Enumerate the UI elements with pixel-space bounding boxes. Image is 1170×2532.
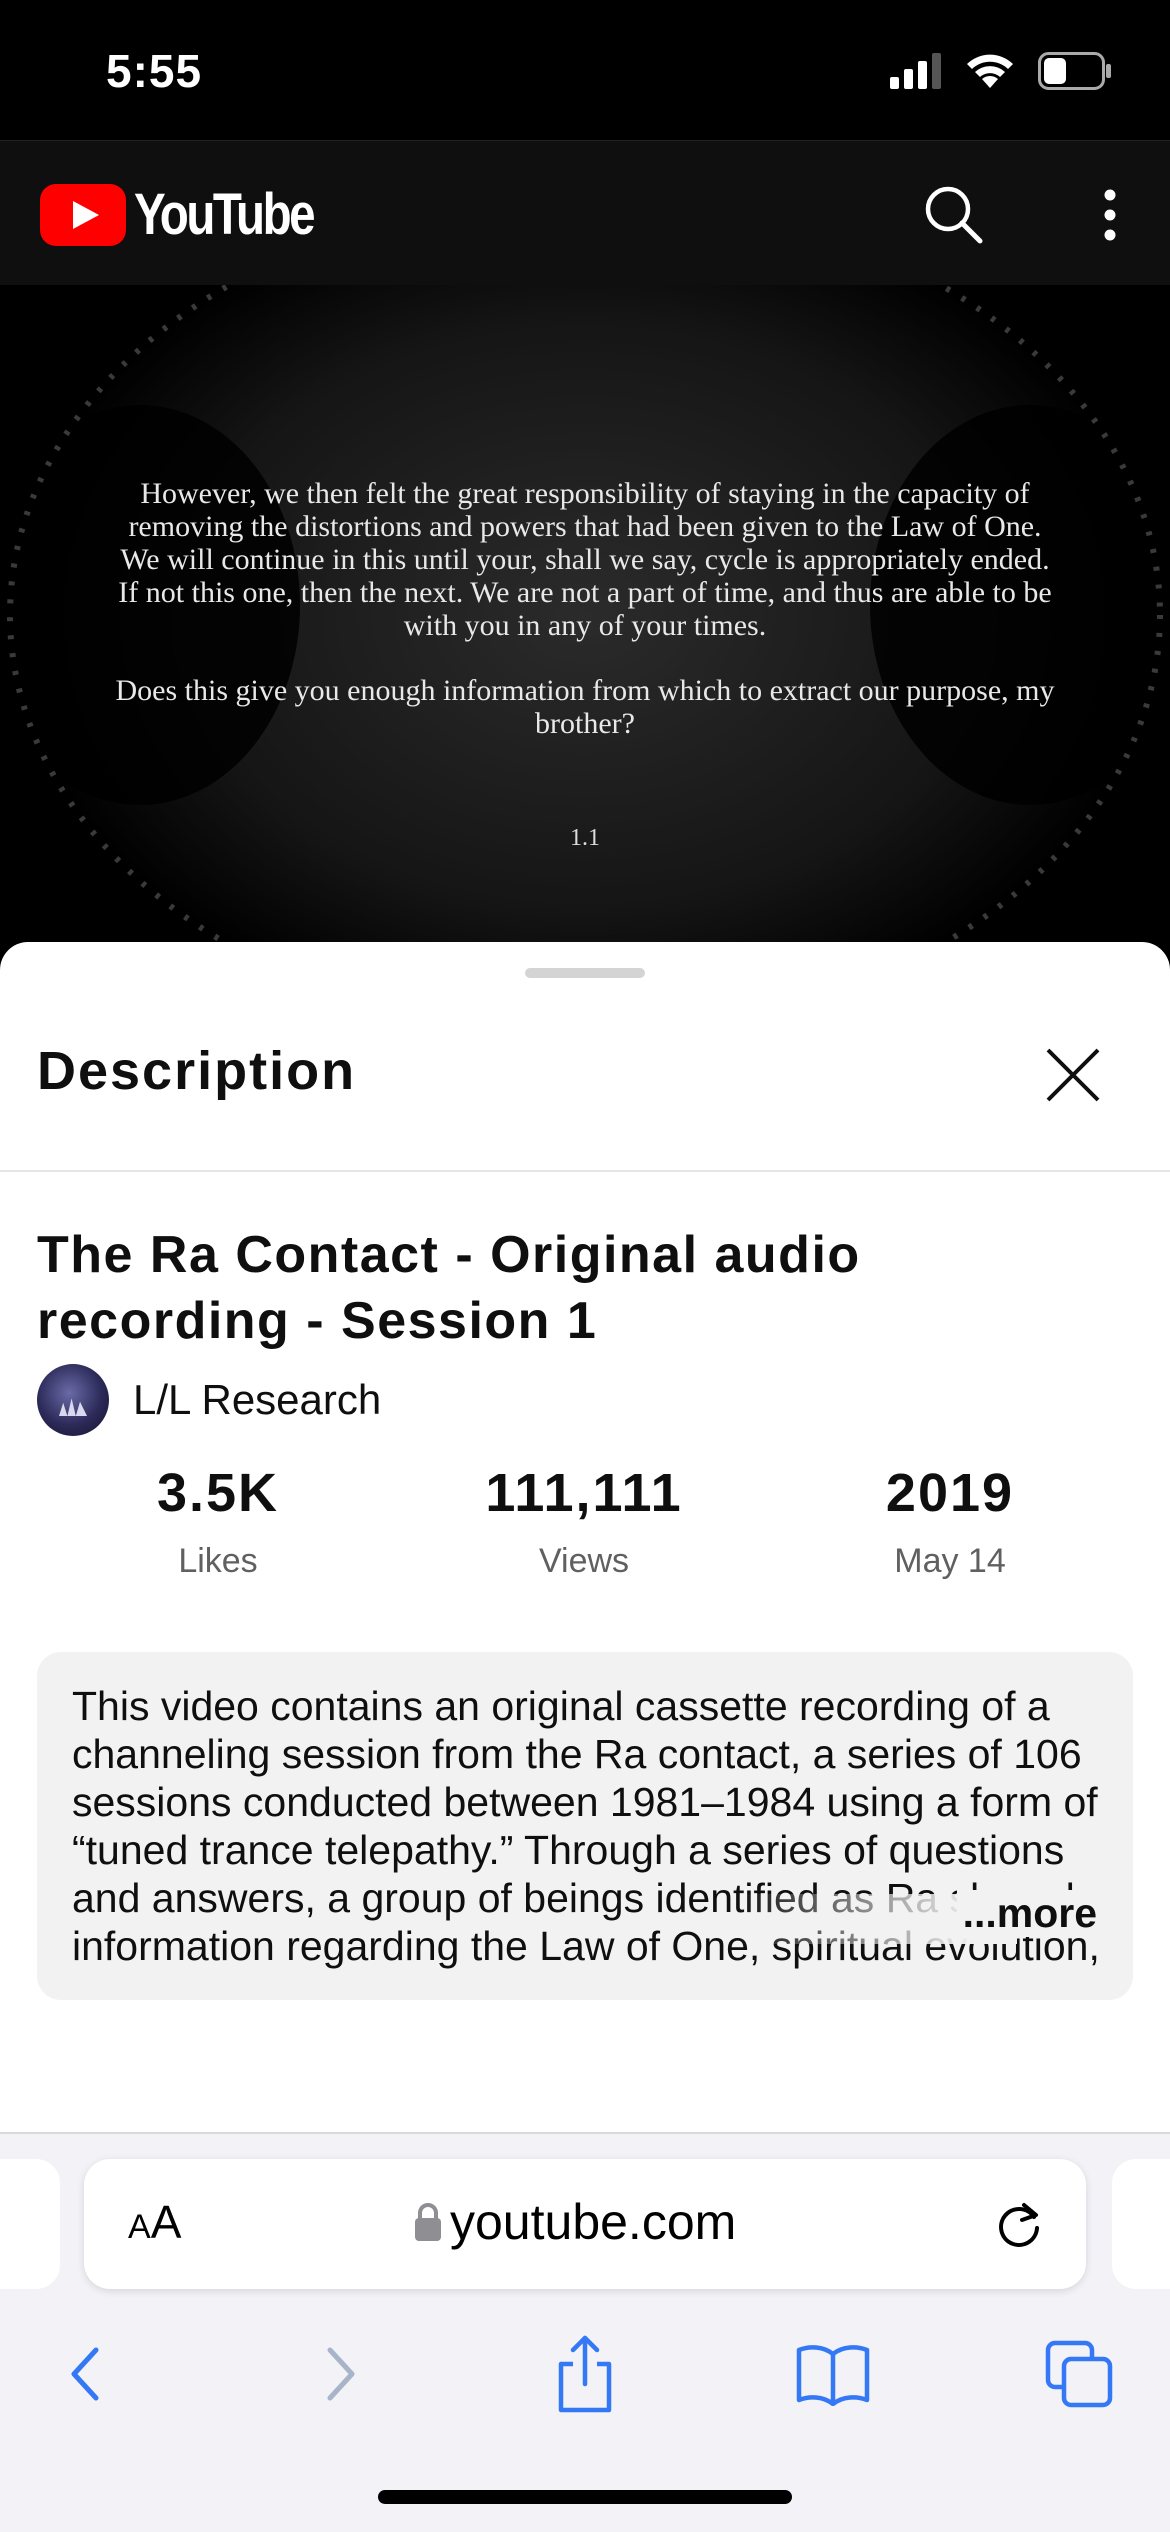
tabs-icon — [1045, 2340, 1113, 2408]
address-bar[interactable]: AA youtube.com — [84, 2159, 1086, 2289]
url-display[interactable]: youtube.com — [414, 2193, 736, 2251]
book-icon — [796, 2345, 870, 2406]
channel-avatar[interactable] — [37, 1364, 109, 1436]
chevron-left-icon — [71, 2347, 99, 2401]
channel-name[interactable]: L/L Research — [133, 1376, 381, 1424]
description-sheet: Description The Ra Contact - Original au… — [0, 942, 1170, 2132]
previous-tab-preview[interactable] — [0, 2159, 60, 2289]
youtube-play-icon — [40, 183, 126, 246]
date-stat: 2019 May 14 — [800, 1462, 1100, 1581]
forward-button[interactable] — [284, 2319, 394, 2429]
video-paragraph: However, we then felt the great responsi… — [118, 477, 1052, 642]
status-time: 5:55 — [106, 45, 203, 97]
status-icons — [890, 52, 1112, 90]
chevron-right-icon — [327, 2347, 355, 2401]
video-paragraph: Does this give you enough information fr… — [115, 674, 1055, 740]
reader-options-button[interactable]: AA — [128, 2195, 181, 2249]
more-button[interactable]: ...more — [956, 1890, 1097, 1937]
url-text: youtube.com — [450, 2194, 737, 2250]
battery-icon — [1038, 52, 1111, 90]
likes-label: Likes — [178, 1542, 258, 1580]
video-quote: However, we then felt the great responsi… — [110, 477, 1060, 740]
lock-icon — [415, 2203, 441, 2241]
search-icon[interactable] — [920, 181, 988, 249]
wifi-icon — [967, 54, 1013, 88]
likes-value: 3.5K — [156, 1463, 280, 1523]
video-player[interactable]: However, we then felt the great responsi… — [0, 285, 1170, 945]
date-day: May 14 — [894, 1542, 1006, 1580]
youtube-header: YouTube — [0, 140, 1170, 285]
home-indicator — [378, 2490, 792, 2504]
sheet-grabber[interactable] — [525, 968, 645, 978]
video-title: The Ra Contact - Original audio recordin… — [37, 1226, 861, 1350]
views-value: 111,111 — [485, 1463, 683, 1523]
youtube-logo-text: YouTube — [134, 182, 316, 247]
next-tab-preview[interactable] — [1112, 2159, 1170, 2289]
date-year: 2019 — [885, 1463, 1015, 1523]
more-options-icon[interactable] — [1080, 181, 1140, 249]
close-icon[interactable] — [1040, 1042, 1106, 1108]
share-icon — [558, 2335, 612, 2413]
back-button[interactable] — [32, 2319, 142, 2429]
video-page-label: 1.1 — [570, 825, 600, 851]
safari-toolbar — [0, 2319, 1170, 2429]
bookmarks-button[interactable] — [778, 2319, 888, 2429]
tabs-button[interactable] — [1024, 2319, 1134, 2429]
channel-row[interactable]: L/L Research — [37, 1364, 381, 1436]
safari-bottom-bar: AA youtube.com — [0, 2132, 1170, 2532]
description-box[interactable]: This video contains an original cassette… — [37, 1652, 1133, 2000]
likes-stat: 3.5K Likes — [68, 1462, 368, 1581]
views-stat: 111,111 Views — [434, 1462, 734, 1581]
divider — [0, 1170, 1170, 1172]
views-label: Views — [538, 1542, 630, 1580]
youtube-logo[interactable]: YouTube — [40, 181, 352, 248]
cellular-signal-icon — [890, 53, 941, 89]
video-stats: 3.5K Likes 111,111 Views 2019 May 14 — [0, 1462, 1170, 1592]
share-button[interactable] — [530, 2319, 640, 2429]
sheet-title: Description — [37, 1041, 357, 1101]
status-bar: 5:55 — [0, 0, 1170, 140]
reload-icon[interactable] — [990, 2195, 1048, 2253]
